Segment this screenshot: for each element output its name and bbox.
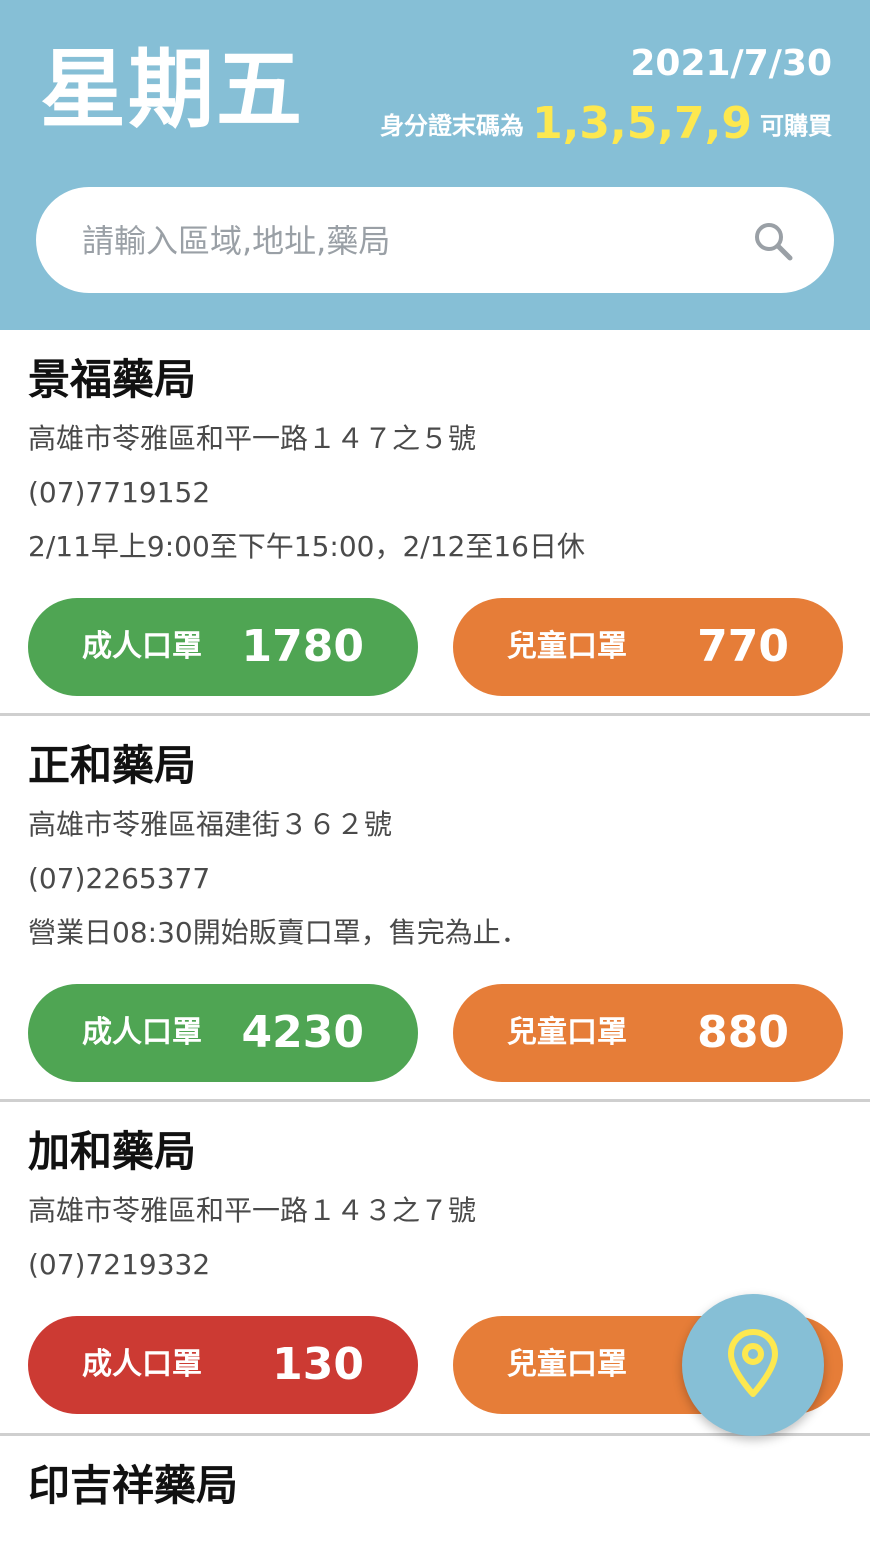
child-mask-label: 兒童口罩 [507,629,627,664]
pharmacy-card[interactable]: 正和藥局 高雄市苓雅區福建街３６２號 (07)2265377 營業日08:30開… [0,716,870,1102]
search-bar[interactable] [36,187,834,295]
pharmacy-address: 高雄市苓雅區和平一路１４３之７號 [28,1194,477,1227]
child-mask-label: 兒童口罩 [507,1347,627,1382]
adult-mask-button[interactable]: 成人口罩 130 [28,1316,418,1414]
rule-prefix: 身分證末碼為 [380,112,525,140]
weekday-title: 星期五 [40,40,304,140]
adult-mask-count: 4230 [241,1007,364,1058]
adult-mask-button[interactable]: 成人口罩 1780 [28,598,418,696]
child-mask-button[interactable]: 兒童口罩 880 [453,984,843,1082]
pharmacy-phone: (07)2265377 [28,862,211,895]
pharmacy-name: 印吉祥藥局 [28,1461,239,1510]
header: 星期五 2021/7/30 身分證末碼為 1,3,5,7,9 可購買 [0,0,870,330]
pharmacy-name: 正和藥局 [28,741,197,790]
rule-digits: 1,3,5,7,9 [532,98,752,149]
child-mask-count: 770 [697,621,789,672]
map-button[interactable] [682,1294,824,1436]
rule-suffix: 可購買 [760,112,832,140]
pharmacy-address: 高雄市苓雅區福建街３６２號 [28,808,393,841]
pharmacy-phone: (07)7719152 [28,476,211,509]
adult-mask-count: 130 [272,1339,364,1390]
mask-buttons: 成人口罩 4230 兒童口罩 880 [28,984,870,1082]
search-icon[interactable] [752,220,794,262]
pharmacy-card[interactable]: 景福藥局 高雄市苓雅區和平一路１４７之５號 (07)7719152 2/11早上… [0,330,870,716]
pharmacy-card[interactable]: 印吉祥藥局 [0,1436,870,1556]
mask-buttons: 成人口罩 1780 兒童口罩 770 [28,598,870,696]
adult-mask-label: 成人口罩 [82,1015,202,1050]
adult-mask-label: 成人口罩 [82,1347,202,1382]
purchase-rule: 身分證末碼為 1,3,5,7,9 可購買 [380,96,832,154]
adult-mask-button[interactable]: 成人口罩 4230 [28,984,418,1082]
pharmacy-address: 高雄市苓雅區和平一路１４７之５號 [28,422,477,455]
map-pin-icon [728,1329,778,1397]
search-input[interactable] [80,187,724,295]
child-mask-count: 880 [697,1007,789,1058]
date-label: 2021/7/30 [630,43,832,84]
adult-mask-count: 1780 [241,621,364,672]
adult-mask-label: 成人口罩 [82,629,202,664]
pharmacy-note: 營業日08:30開始販賣口罩，售完為止． [28,916,529,949]
pharmacy-phone: (07)7219332 [28,1248,211,1281]
child-mask-button[interactable]: 兒童口罩 770 [453,598,843,696]
pharmacy-note: 2/11早上9:00至下午15:00，2/12至16日休 [28,530,585,563]
pharmacy-name: 加和藥局 [28,1127,197,1176]
child-mask-label: 兒童口罩 [507,1015,627,1050]
pharmacy-name: 景福藥局 [28,355,197,404]
